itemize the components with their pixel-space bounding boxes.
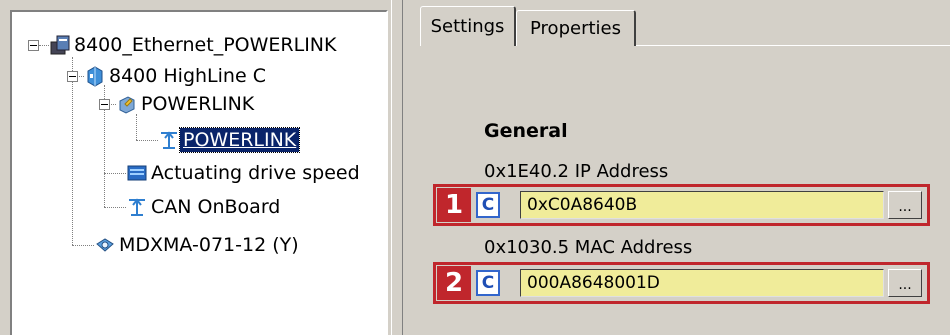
tab-settings[interactable]: Settings: [420, 6, 516, 46]
network-icon: [129, 198, 145, 216]
tab-properties[interactable]: Properties: [516, 10, 636, 46]
callout-badge: 2: [437, 266, 471, 300]
ip-address-field[interactable]: 0xC0A8640B: [520, 191, 884, 219]
tree-item-powerlink-selected[interactable]: POWERLINK: [158, 126, 301, 154]
project-icon: [50, 35, 70, 55]
device-tree[interactable]: 8400_Ethernet_POWERLINK 8400 HighLine C …: [10, 10, 388, 335]
tree-line: [104, 207, 126, 208]
tree-item-label: POWERLINK: [141, 93, 255, 115]
drive-controller-icon: [87, 66, 103, 87]
tab-label: Settings: [430, 16, 505, 37]
tree-item-label: MDXMA-071-12 (Y): [119, 234, 299, 256]
tab-label: Properties: [530, 18, 621, 39]
section-title: General: [484, 120, 568, 142]
network-icon: [161, 131, 177, 149]
tree-item-controller[interactable]: 8400 HighLine C: [84, 62, 269, 90]
tree-line: [72, 245, 94, 246]
tree-item-can-onboard[interactable]: CAN OnBoard: [126, 193, 283, 221]
collapse-toggle[interactable]: [99, 99, 110, 110]
tree-item-actuating-drive[interactable]: Actuating drive speed: [126, 159, 363, 187]
panel-splitter[interactable]: [388, 0, 406, 335]
tree-line: [39, 45, 49, 46]
tree-line: [72, 57, 73, 245]
function-block-icon: [127, 165, 147, 181]
tree-line: [136, 140, 158, 141]
module-icon: [119, 96, 135, 114]
mac-address-browse-button[interactable]: ...: [888, 269, 922, 297]
motor-icon: [96, 238, 114, 252]
tree-item-label: POWERLINK: [178, 127, 301, 153]
mac-address-field[interactable]: 000A8648001D: [520, 269, 884, 297]
tree-item-label: Actuating drive speed: [151, 162, 360, 184]
tree-line: [104, 173, 126, 174]
mode-c-button[interactable]: C: [476, 192, 500, 218]
tree-item-label: CAN OnBoard: [151, 196, 281, 218]
collapse-toggle[interactable]: [28, 40, 39, 51]
tree-item-powerlink-module[interactable]: POWERLINK: [116, 90, 257, 118]
callout-badge: 1: [437, 188, 471, 222]
collapse-toggle[interactable]: [67, 71, 78, 82]
mac-address-label: 0x1030.5 MAC Address: [484, 237, 693, 258]
tree-item-root[interactable]: 8400_Ethernet_POWERLINK: [49, 31, 339, 59]
ip-address-browse-button[interactable]: ...: [888, 191, 922, 219]
tree-item-label: 8400 HighLine C: [109, 65, 266, 87]
tree-item-motor[interactable]: MDXMA-071-12 (Y): [94, 231, 302, 259]
ip-address-label: 0x1E40.2 IP Address: [484, 161, 669, 182]
tree-item-label: 8400_Ethernet_POWERLINK: [74, 34, 337, 56]
mode-c-button[interactable]: C: [476, 270, 500, 296]
